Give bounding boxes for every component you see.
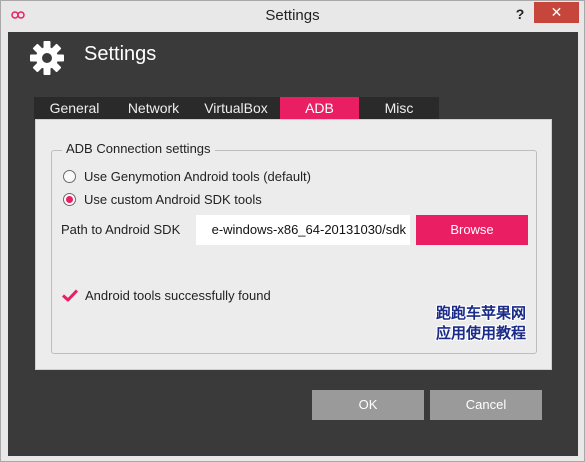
cancel-button[interactable]: Cancel	[430, 390, 542, 420]
browse-button[interactable]: Browse	[416, 215, 528, 245]
page-title: Settings	[84, 43, 157, 65]
radio-custom-sdk-tools[interactable]: Use custom Android SDK tools	[63, 190, 262, 208]
tab-general[interactable]: General	[34, 97, 115, 120]
adb-tab-panel: ADB Connection settings Use Genymotion A…	[35, 119, 552, 370]
close-button[interactable]: ✕	[534, 2, 579, 23]
sdk-path-label: Path to Android SDK	[61, 222, 181, 237]
status-text: Android tools successfully found	[85, 288, 271, 303]
radio-genymotion-tools[interactable]: Use Genymotion Android tools (default)	[63, 167, 311, 185]
title-bar: Settings ? ✕	[1, 1, 584, 32]
ok-button[interactable]: OK	[312, 390, 424, 420]
adb-connection-group: ADB Connection settings Use Genymotion A…	[51, 141, 540, 354]
radio-label: Use Genymotion Android tools (default)	[84, 168, 311, 184]
radio-button-checked[interactable]	[63, 192, 76, 206]
status-row: Android tools successfully found	[62, 288, 271, 303]
watermark-line: 应用使用教程	[436, 324, 527, 342]
group-title: ADB Connection settings	[62, 141, 215, 156]
checkmark-icon	[62, 289, 78, 302]
watermark-line: 跑跑车苹果网	[436, 304, 527, 322]
radio-button[interactable]	[63, 169, 76, 183]
window-title: Settings	[265, 7, 320, 24]
watermark-text: 跑跑车苹果网 应用使用教程	[436, 303, 540, 343]
tab-network[interactable]: Network	[115, 97, 192, 120]
tab-misc[interactable]: Misc	[359, 97, 439, 120]
tab-virtualbox[interactable]: VirtualBox	[192, 97, 280, 120]
settings-window: Settings ? ✕ Settings General Network Vi…	[0, 0, 585, 462]
sdk-path-input[interactable]: e-windows-x86_64-20131030/sdk	[196, 215, 410, 245]
gear-icon	[30, 41, 64, 75]
radio-label: Use custom Android SDK tools	[84, 191, 262, 207]
help-button[interactable]: ?	[509, 4, 531, 24]
tab-adb[interactable]: ADB	[280, 97, 359, 120]
